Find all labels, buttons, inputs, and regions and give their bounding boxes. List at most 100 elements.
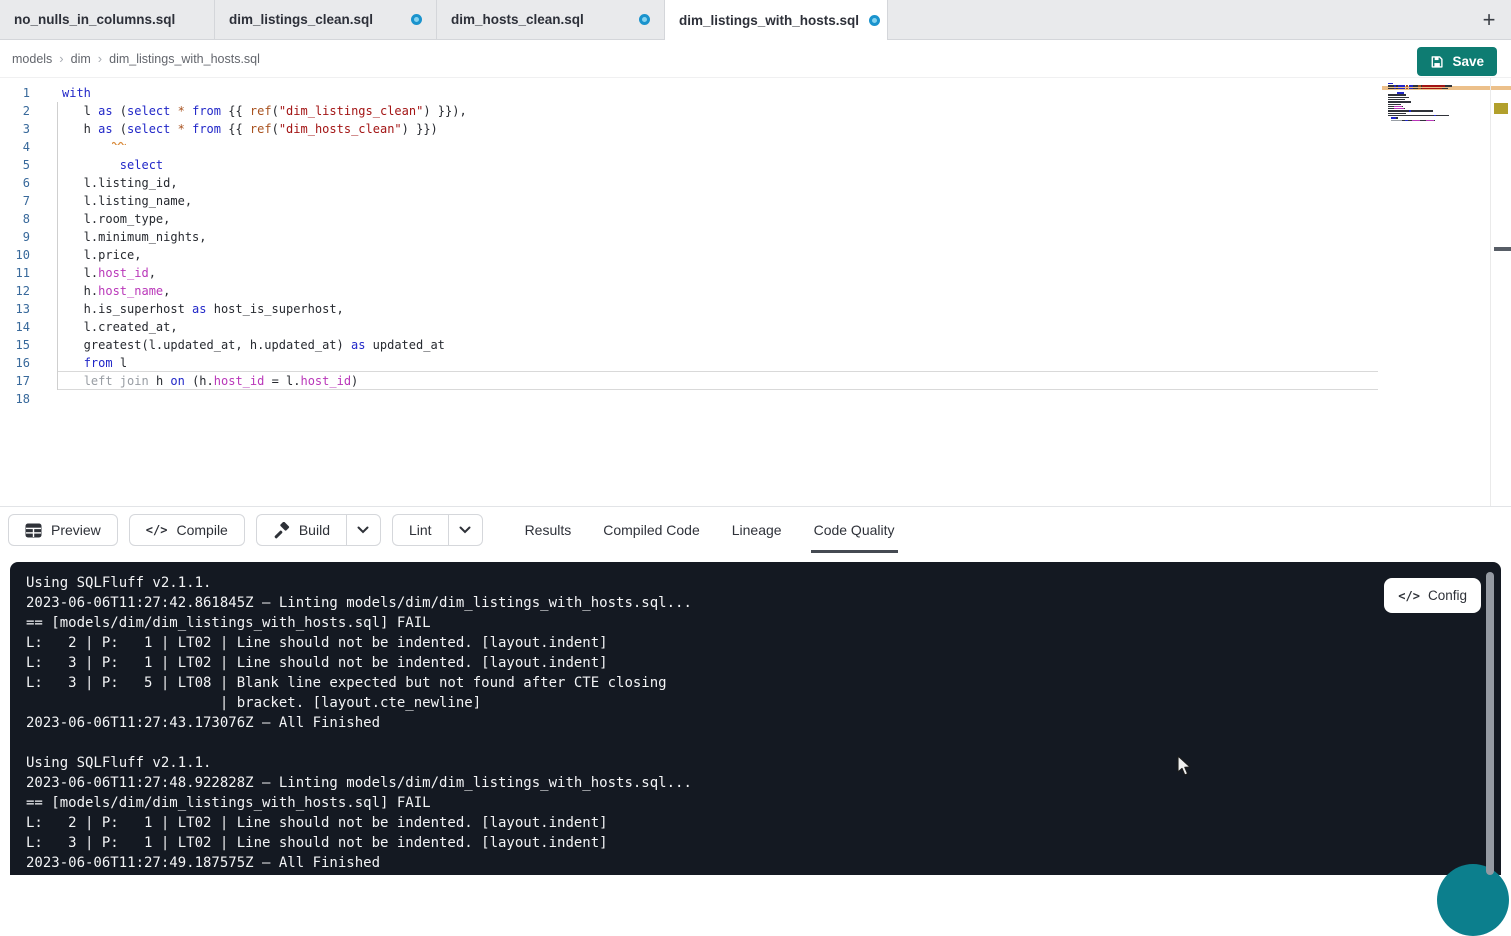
code-line: l.host_id, <box>62 264 467 282</box>
line-number: 5 <box>0 156 30 174</box>
lint-button[interactable]: Lint <box>392 514 448 546</box>
terminal-line: == [models/dim/dim_listings_with_hosts.s… <box>26 793 1391 813</box>
minimap[interactable] <box>1388 83 1462 124</box>
panel-tab-code-quality[interactable]: Code Quality <box>814 507 895 553</box>
tab-label: dim_hosts_clean.sql <box>451 12 584 27</box>
minimap-line <box>1388 117 1462 118</box>
line-number: 3 <box>0 120 30 138</box>
line-number: 17 <box>0 372 30 390</box>
line-number: 13 <box>0 300 30 318</box>
build-dropdown-button[interactable] <box>346 514 381 546</box>
minimap-line <box>1388 83 1462 84</box>
panel-tab-lineage[interactable]: Lineage <box>732 507 782 553</box>
editor-tab-dim-hosts-clean-sql[interactable]: dim_hosts_clean.sql <box>437 0 665 39</box>
minimap-line <box>1388 122 1462 123</box>
minimap-line <box>1388 101 1462 102</box>
line-number: 12 <box>0 282 30 300</box>
terminal-line: L: 3 | P: 1 | LT02 | Line should not be … <box>26 653 1391 673</box>
overview-ruler-divider <box>1490 78 1491 506</box>
code-line: h.is_superhost as host_is_superhost, <box>62 300 467 318</box>
lint-squiggle-underline <box>112 134 126 148</box>
minimap-line <box>1388 94 1462 95</box>
breadcrumb-item-dim[interactable]: dim <box>71 52 91 66</box>
line-number: 4 <box>0 138 30 156</box>
terminal-line: 2023-06-06T11:27:49.187575Z — All Finish… <box>26 853 1391 873</box>
minimap-line <box>1388 90 1462 91</box>
tab-label: no_nulls_in_columns.sql <box>14 12 175 27</box>
code-line: l.listing_name, <box>62 192 467 210</box>
terminal-line: L: 3 | P: 5 | LT08 | Blank line expected… <box>26 673 1391 693</box>
editor-tab-no-nulls-in-columns-sql[interactable]: no_nulls_in_columns.sql <box>0 0 215 39</box>
lint-dropdown-button[interactable] <box>448 514 483 546</box>
chevron-down-icon <box>357 526 369 534</box>
mouse-cursor <box>1177 755 1193 777</box>
build-button[interactable]: Build <box>256 514 346 546</box>
code-line <box>62 390 467 408</box>
terminal-output: Using SQLFluff v2.1.1.2023-06-06T11:27:4… <box>10 562 1501 873</box>
code-content[interactable]: with l as (select * from {{ ref("dim_lis… <box>62 84 467 408</box>
terminal-line: 2023-06-06T11:27:42.861845Z — Linting mo… <box>26 593 1391 613</box>
minimap-line <box>1388 115 1462 116</box>
chevron-down-icon <box>459 526 471 534</box>
minimap-line <box>1388 88 1462 89</box>
breadcrumb-item-dim-listings-with-hosts-sql[interactable]: dim_listings_with_hosts.sql <box>109 52 260 66</box>
tab-label: dim_listings_with_hosts.sql <box>679 13 859 28</box>
editor-tab-bar: no_nulls_in_columns.sql dim_listings_clea… <box>0 0 1511 40</box>
build-button-label: Build <box>299 522 330 538</box>
new-tab-button[interactable]: + <box>1467 0 1511 39</box>
modified-dot-icon <box>411 14 422 25</box>
code-line: select <box>62 156 467 174</box>
terminal-scrollbar[interactable] <box>1486 572 1494 875</box>
terminal-line: | bracket. [layout.cte_newline] <box>26 693 1391 713</box>
terminal-line: 2023-06-06T11:27:43.173076Z — All Finish… <box>26 713 1391 733</box>
line-number: 14 <box>0 318 30 336</box>
hammer-icon <box>273 522 290 539</box>
terminal-line: L: 2 | P: 1 | LT02 | Line should not be … <box>26 813 1391 833</box>
tab-label: dim_listings_clean.sql <box>229 12 373 27</box>
terminal-line: L: 2 | P: 1 | LT02 | Line should not be … <box>26 633 1391 653</box>
terminal-panel: Using SQLFluff v2.1.1.2023-06-06T11:27:4… <box>10 562 1501 875</box>
save-button-label: Save <box>1452 54 1484 69</box>
config-button-label: Config <box>1428 588 1467 603</box>
code-line: from l <box>62 354 467 372</box>
line-number: 8 <box>0 210 30 228</box>
terminal-line: == [models/dim/dim_listings_with_hosts.s… <box>26 613 1391 633</box>
breadcrumb: models›dim›dim_listings_with_hosts.sql <box>0 40 1511 78</box>
breadcrumb-separator: › <box>59 51 63 66</box>
lint-button-label: Lint <box>409 522 432 538</box>
scrollbar-warning-marker <box>1494 103 1508 114</box>
code-line: greatest(l.updated_at, h.updated_at) as … <box>62 336 467 354</box>
indent-guide <box>57 102 58 390</box>
panel-tab-results[interactable]: Results <box>525 507 572 553</box>
compile-button[interactable]: </> Compile <box>129 514 245 546</box>
editor-tab-dim-listings-with-hosts-sql[interactable]: dim_listings_with_hosts.sql <box>665 0 888 40</box>
code-editor[interactable]: 123456789101112131415161718 with l as (s… <box>0 78 1511 506</box>
result-panel-tabs: Results Compiled Code Lineage Code Quality <box>525 507 895 553</box>
minimap-line <box>1388 120 1462 121</box>
table-preview-icon <box>25 523 42 538</box>
terminal-line: L: 3 | P: 1 | LT02 | Line should not be … <box>26 833 1391 853</box>
line-number: 16 <box>0 354 30 372</box>
preview-button-label: Preview <box>51 522 101 538</box>
save-button[interactable]: Save <box>1417 47 1497 76</box>
config-button[interactable]: </> Config <box>1384 578 1481 613</box>
code-line: l as (select * from {{ ref("dim_listings… <box>62 102 467 120</box>
minimap-line <box>1388 97 1462 98</box>
code-brackets-icon: </> <box>146 523 168 537</box>
panel-tab-compiled-code[interactable]: Compiled Code <box>603 507 700 553</box>
minimap-line <box>1388 99 1462 100</box>
line-number: 10 <box>0 246 30 264</box>
save-icon <box>1430 55 1444 69</box>
line-number: 6 <box>0 174 30 192</box>
code-line: l.minimum_nights, <box>62 228 467 246</box>
minimap-line <box>1388 113 1462 114</box>
minimap-line <box>1388 104 1462 105</box>
scrollbar-cursor-marker <box>1494 247 1511 251</box>
breadcrumb-item-models[interactable]: models <box>12 52 52 66</box>
code-line: l.listing_id, <box>62 174 467 192</box>
preview-button[interactable]: Preview <box>8 514 118 546</box>
compile-button-label: Compile <box>176 522 227 538</box>
line-number: 9 <box>0 228 30 246</box>
line-number: 11 <box>0 264 30 282</box>
editor-tab-dim-listings-clean-sql[interactable]: dim_listings_clean.sql <box>215 0 437 39</box>
